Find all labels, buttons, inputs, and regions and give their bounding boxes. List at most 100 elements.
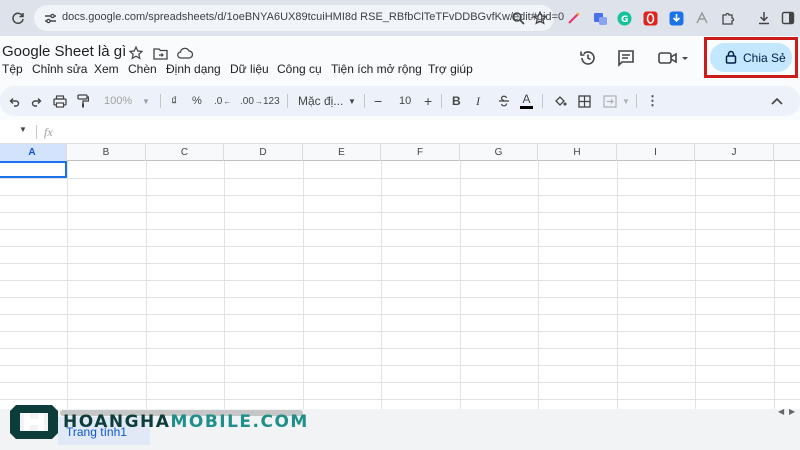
paint-format-icon[interactable] bbox=[77, 86, 89, 116]
scroll-right-icon[interactable]: ▶ bbox=[789, 407, 795, 416]
extension-grammar-icon[interactable]: G bbox=[616, 10, 632, 26]
toolbar-divider bbox=[287, 94, 288, 108]
fx-label: fx bbox=[44, 125, 53, 139]
name-box[interactable]: ▼ bbox=[0, 120, 36, 144]
text-color-label: A bbox=[522, 91, 531, 106]
zoom-dropdown-icon[interactable]: ▼ bbox=[142, 86, 150, 116]
decrease-font-size-icon[interactable]: − bbox=[374, 86, 382, 116]
column-header-g[interactable]: G bbox=[460, 144, 538, 161]
menu-extensions[interactable]: Tiện ích mở rộng bbox=[331, 62, 422, 76]
column-header-a[interactable]: A bbox=[0, 144, 67, 161]
downloads-icon[interactable] bbox=[756, 10, 772, 26]
zoom-icon[interactable] bbox=[510, 10, 526, 26]
menu-file[interactable]: Tệp bbox=[2, 62, 23, 76]
toolbar-divider bbox=[636, 94, 637, 108]
column-header-c[interactable]: C bbox=[146, 144, 224, 161]
name-box-dropdown-icon[interactable]: ▼ bbox=[19, 125, 27, 134]
print-icon[interactable] bbox=[53, 86, 67, 116]
extension-translate-icon[interactable] bbox=[592, 10, 608, 26]
more-formats-button[interactable]: 123 bbox=[263, 86, 280, 116]
merge-cells-icon[interactable] bbox=[603, 86, 617, 116]
url-text[interactable]: docs.google.com/spreadsheets/d/1oeBNYA6U… bbox=[62, 11, 564, 23]
extension-pen-icon[interactable] bbox=[566, 10, 582, 26]
site-info-icon[interactable] bbox=[42, 10, 58, 26]
scroll-left-icon[interactable]: ◀ bbox=[778, 407, 784, 416]
column-header-j[interactable]: J bbox=[695, 144, 774, 161]
menu-insert[interactable]: Chèn bbox=[128, 62, 157, 76]
column-header-k[interactable] bbox=[774, 144, 800, 161]
browser-toolbar: docs.google.com/spreadsheets/d/1oeBNYA6U… bbox=[0, 0, 800, 36]
comments-icon[interactable] bbox=[616, 48, 636, 68]
extension-opera-icon[interactable] bbox=[642, 10, 658, 26]
collapse-menu-icon[interactable] bbox=[771, 86, 783, 116]
increase-decimal-button[interactable]: .00 → bbox=[240, 86, 263, 116]
spreadsheet-grid[interactable]: A B C D E F G H I J bbox=[0, 144, 800, 409]
share-highlight-box: Chia Sẻ bbox=[704, 37, 798, 78]
strikethrough-icon[interactable] bbox=[498, 86, 510, 116]
watermark-text-accent: MOBILE.COM bbox=[170, 412, 309, 432]
bookmark-star-icon[interactable] bbox=[532, 10, 548, 26]
column-headers: A B C D E F G H I J bbox=[0, 144, 800, 161]
share-label: Chia Sẻ bbox=[743, 51, 786, 65]
column-header-f[interactable]: F bbox=[381, 144, 460, 161]
address-bar[interactable]: docs.google.com/spreadsheets/d/1oeBNYA6U… bbox=[34, 5, 564, 31]
toolbar-divider bbox=[542, 94, 543, 108]
selected-cell-a1[interactable] bbox=[0, 161, 67, 178]
extensions-puzzle-icon[interactable] bbox=[720, 10, 736, 26]
decrease-decimal-label: .0 bbox=[214, 95, 223, 107]
menu-view[interactable]: Xem bbox=[94, 62, 119, 76]
cloud-saved-icon[interactable] bbox=[176, 45, 194, 61]
column-header-b[interactable]: B bbox=[67, 144, 146, 161]
column-header-d[interactable]: D bbox=[224, 144, 303, 161]
italic-button[interactable]: I bbox=[476, 86, 480, 116]
column-header-h[interactable]: H bbox=[538, 144, 617, 161]
percent-format-button[interactable]: % bbox=[192, 86, 202, 116]
menu-data[interactable]: Dữ liệu bbox=[230, 62, 269, 76]
formula-divider bbox=[36, 125, 37, 139]
text-color-swatch bbox=[520, 105, 533, 109]
menu-edit[interactable]: Chỉnh sửa bbox=[32, 62, 87, 76]
undo-icon[interactable] bbox=[8, 86, 20, 116]
sheets-header: Google Sheet là gì Tệp Chỉnh sửa Xem Chè… bbox=[0, 36, 800, 84]
version-history-icon[interactable] bbox=[578, 48, 598, 68]
currency-format-button[interactable]: ₫ bbox=[171, 86, 177, 116]
formula-input[interactable] bbox=[64, 120, 800, 144]
move-folder-icon[interactable] bbox=[152, 45, 168, 61]
menu-format[interactable]: Định dạng bbox=[166, 62, 221, 76]
font-dropdown-icon[interactable]: ▼ bbox=[348, 86, 356, 116]
borders-icon[interactable] bbox=[578, 86, 591, 116]
extension-download-icon[interactable] bbox=[668, 10, 684, 26]
share-button[interactable]: Chia Sẻ bbox=[710, 43, 792, 72]
merge-dropdown-icon[interactable]: ▼ bbox=[622, 86, 630, 116]
column-header-e[interactable]: E bbox=[303, 144, 381, 161]
redo-icon[interactable] bbox=[31, 86, 43, 116]
reload-icon[interactable] bbox=[10, 10, 26, 26]
font-family-select[interactable]: Mặc đị... bbox=[298, 86, 343, 116]
decrease-decimal-button[interactable]: .0 ← bbox=[214, 86, 231, 116]
column-header-i[interactable]: I bbox=[617, 144, 695, 161]
watermark: HOANGHA MOBILE.COM bbox=[8, 404, 309, 440]
more-options-icon[interactable]: ⋮ bbox=[646, 86, 659, 116]
star-icon[interactable] bbox=[128, 45, 144, 61]
zoom-select[interactable]: 100% bbox=[104, 86, 132, 116]
font-size-value: 10 bbox=[399, 95, 412, 107]
formula-bar: ▼ fx bbox=[0, 120, 800, 144]
increase-decimal-label: .00 bbox=[240, 95, 254, 107]
menu-help[interactable]: Trợ giúp bbox=[428, 62, 473, 76]
bold-button[interactable]: B bbox=[452, 86, 461, 116]
svg-text:G: G bbox=[621, 15, 628, 25]
toolbar-divider bbox=[364, 94, 365, 108]
lock-icon bbox=[724, 50, 738, 64]
fill-color-icon[interactable] bbox=[553, 86, 567, 116]
menu-tools[interactable]: Công cụ bbox=[277, 62, 322, 76]
hoangha-logo bbox=[10, 405, 58, 439]
toolbar-divider bbox=[160, 94, 161, 108]
document-title[interactable]: Google Sheet là gì bbox=[2, 43, 126, 60]
meet-video-icon[interactable] bbox=[656, 48, 690, 68]
watermark-text-main: HOANGHA bbox=[63, 412, 171, 432]
text-color-button[interactable]: A bbox=[520, 86, 533, 116]
formatting-toolbar: 100% ▼ ₫ % .0 ← .00 → 123 Mặc đị... ▼ − 10… bbox=[0, 86, 800, 197]
increase-font-size-icon[interactable]: + bbox=[424, 86, 432, 116]
side-panel-icon[interactable] bbox=[780, 10, 796, 26]
extension-font-icon[interactable] bbox=[694, 10, 710, 26]
